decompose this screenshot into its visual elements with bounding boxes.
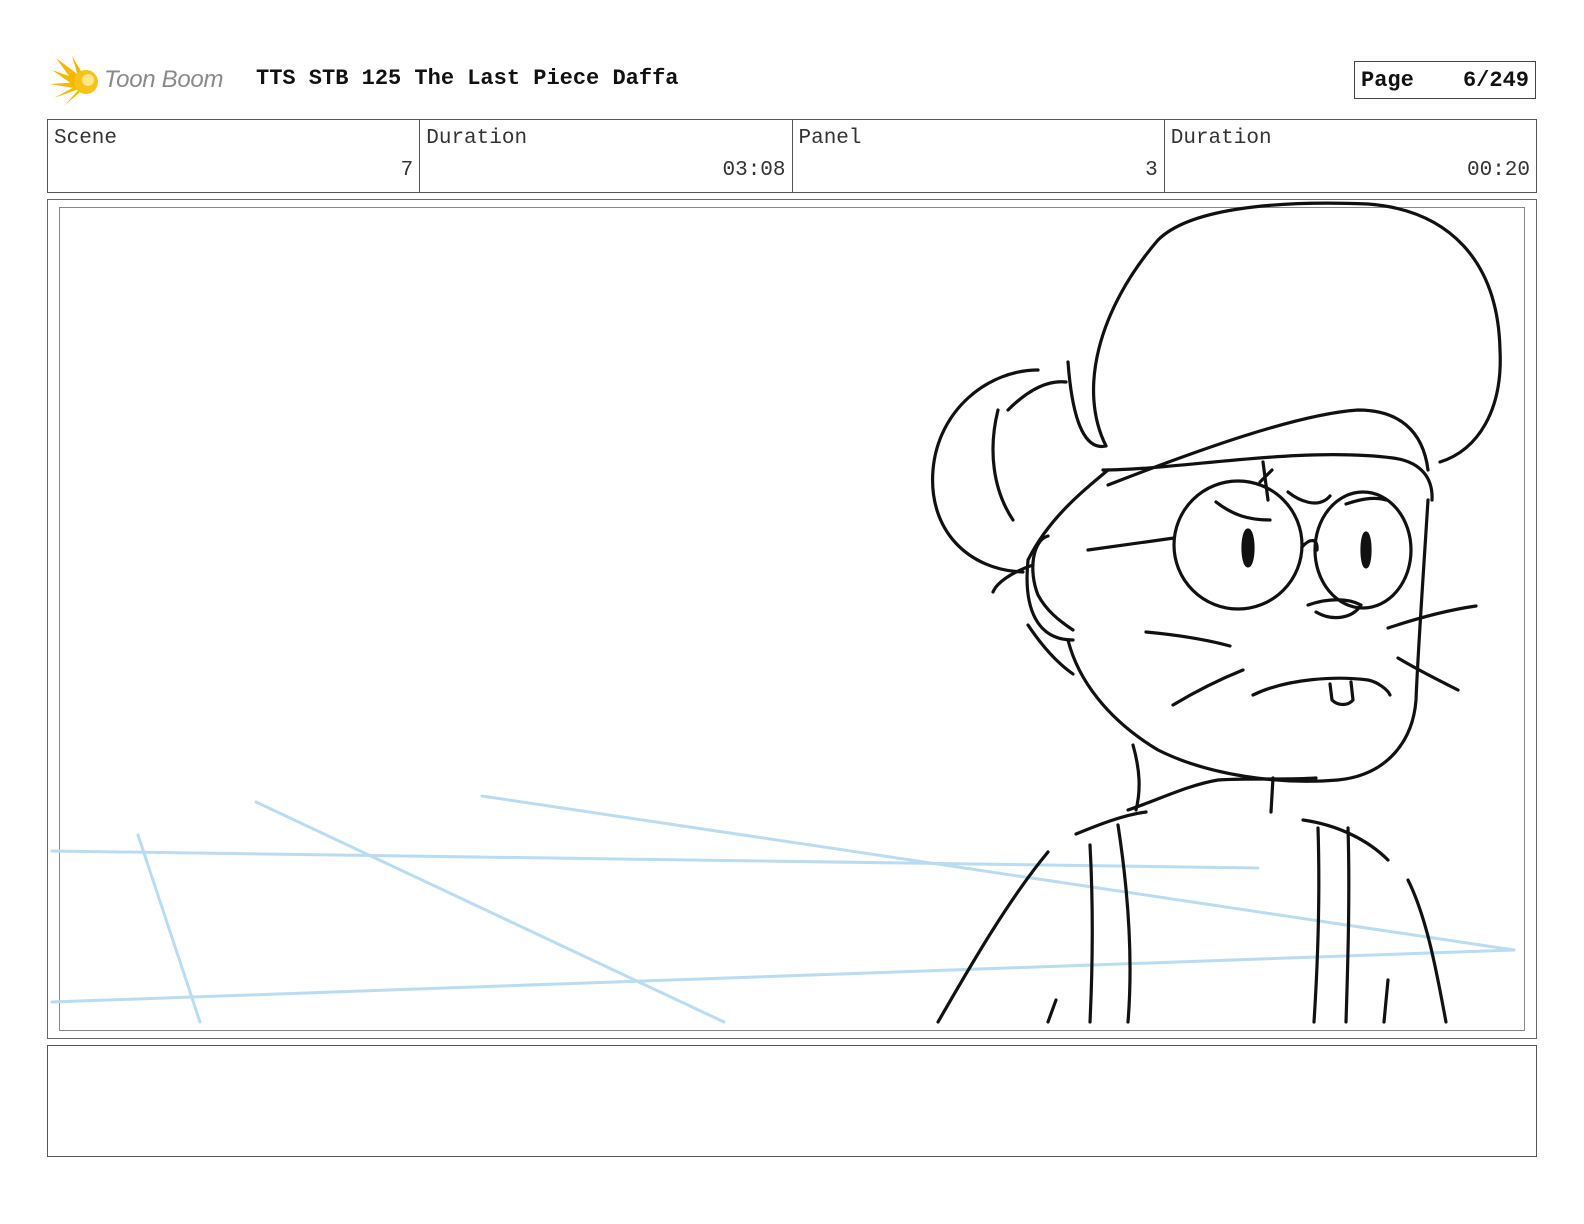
burst-icon bbox=[50, 56, 98, 106]
panel-notes-box bbox=[47, 1045, 1537, 1157]
panel-value: 3 bbox=[1145, 159, 1158, 182]
character-sketch-icon bbox=[50, 201, 1516, 1024]
panel-cell: Panel 3 bbox=[793, 120, 1165, 192]
document-title: TTS STB 125 The Last Piece Daffa bbox=[256, 66, 679, 91]
panel-duration-cell: Duration 00:20 bbox=[1165, 120, 1536, 192]
page-indicator: Page 6/249 bbox=[1354, 61, 1536, 99]
scene-duration-label: Duration bbox=[426, 127, 528, 150]
scene-duration-value: 03:08 bbox=[722, 159, 786, 182]
panel-info-row: Scene 7 Duration 03:08 Panel 3 Duration … bbox=[47, 119, 1537, 193]
panel-label: Panel bbox=[798, 127, 862, 150]
logo-text: Toon Boom bbox=[104, 66, 224, 93]
page-label: Page bbox=[1361, 68, 1414, 93]
panel-duration-value: 00:20 bbox=[1466, 159, 1530, 182]
scene-value: 7 bbox=[400, 159, 414, 182]
scene-label: Scene bbox=[54, 127, 118, 150]
storyboard-panel bbox=[47, 199, 1537, 1039]
scene-duration-cell: Duration 03:08 bbox=[420, 120, 793, 192]
page-value: 6/249 bbox=[1462, 68, 1529, 93]
panel-duration-label: Duration bbox=[1170, 127, 1272, 150]
scene-cell: Scene 7 bbox=[48, 120, 421, 192]
toon-boom-logo: Toon Boom bbox=[50, 54, 240, 108]
